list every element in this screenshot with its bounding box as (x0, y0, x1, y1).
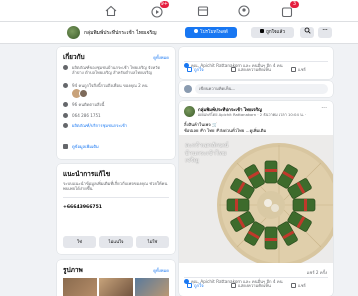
marketplace-icon[interactable] (196, 4, 210, 18)
about-likes-row: 94 คนถูกใจสิ่งนี้รวมถึงเพื่อน ของคุณ 2 ค… (63, 83, 171, 89)
post-card: กลุ่มพิมพ์ประทีปกระเช้า ไทยเจริญ เผยแพร่… (179, 101, 333, 296)
promote-icon (194, 29, 199, 33)
about-follows-row: 96 คนติดตามสิ่งนี้ (63, 102, 171, 108)
watch-badge: 9+ (159, 1, 169, 8)
post-author-avatar[interactable] (184, 106, 195, 117)
recommend-body: ระบบแนะนำข้อมูลเพิ่มเติมที่เกี่ยวกับเพจข… (63, 181, 168, 192)
thumbs-up-icon (187, 283, 192, 288)
previous-post-footer: คุณ, Apichit Rattanakorn และ คนอื่นๆ อีก… (179, 47, 333, 79)
comment-icon (231, 67, 236, 72)
edit-icon (63, 144, 68, 150)
about-category-row: ผลิตภัณฑ์/บริการชุมชนกระเช้า (63, 123, 171, 129)
facebook-page: 9+ 3 กลุ่มพิมพ์ประทีปกระเช้า ไทยเจริญ โป… (0, 0, 358, 296)
page-header: กลุ่มพิมพ์ประทีปกระเช้า ไทยเจริญ โปรโมทโ… (0, 22, 358, 44)
recommend-card: แนะนำการแก้ไข ระบบแนะนำข้อมูลเพิ่มเติมที… (57, 164, 175, 254)
post-text-line2: ช้อปเลย #ก ไทย #ส่งด่วนทั่วไทย ...ดูเพิ่… (184, 128, 267, 133)
post-shares-count[interactable]: แชร์ 2 ครั้ง (307, 269, 327, 276)
more-button[interactable]: ··· (318, 27, 332, 38)
photo-thumbnail[interactable] (135, 278, 169, 296)
about-phone-row: 064 286 1751 (63, 113, 171, 119)
comment-input[interactable]: เขียนความคิดเห็น... (195, 84, 328, 94)
friend-avatars (72, 89, 90, 98)
post-meta: เผยแพร่โดย Apichit Rattanakorn · 2 ธันวา… (198, 112, 307, 117)
photo-thumbnail[interactable] (99, 278, 133, 296)
about-phone: 064 286 1751 (72, 113, 101, 118)
thumbs-up-icon (187, 67, 192, 72)
post-comment-button[interactable]: แสดงความคิดเห็น (231, 282, 271, 289)
category-icon (63, 123, 68, 129)
about-category[interactable]: ผลิตภัณฑ์/บริการชุมชนกระเช้า (72, 123, 127, 128)
about-description: ผลิตภัณฑ์ของชุมชนบ้านกระเช้า ไทยเจริญ จั… (72, 65, 161, 76)
photo-thumbnail[interactable] (63, 278, 97, 296)
gaming-tab[interactable]: 3 (280, 1, 299, 18)
about-likes-text: 94 คนถูกใจสิ่งนี้รวมถึงเพื่อน ของคุณ 2 ค… (72, 83, 148, 88)
recommend-no-button[interactable]: ไม่ใช่ (136, 236, 169, 248)
comment-action-button[interactable]: แสดงความคิดเห็น (231, 66, 271, 73)
comment-icon (231, 283, 236, 288)
post-image-caption: ตะกร้าเอกลักษณ์บ้านกระเช้าไทยเจริญ (185, 142, 229, 164)
search-button[interactable] (300, 27, 314, 38)
post-options-icon[interactable]: ··· (321, 105, 327, 112)
post-share-button[interactable]: แชร์ (291, 282, 306, 289)
recommend-not-sure-button[interactable]: ไม่แน่ใจ (99, 236, 133, 248)
thumbs-up-icon (260, 29, 265, 33)
groups-icon[interactable] (237, 4, 251, 18)
search-icon (304, 27, 311, 34)
recommend-title: แนะนำการแก้ไข (63, 170, 111, 178)
photos-title: รูปภาพ (63, 266, 83, 274)
share-action-button[interactable]: แชร์ (291, 66, 306, 73)
page-title[interactable]: กลุ่มพิมพ์ประทีปกระเช้า ไทยเจริญ (84, 29, 157, 37)
photos-card: รูปภาพ ดูทั้งหมด (57, 260, 175, 296)
friend-avatar[interactable] (79, 89, 88, 98)
user-avatar (184, 85, 192, 93)
comment-composer: เขียนความคิดเห็น... (179, 81, 333, 97)
post-divider (184, 61, 328, 62)
page-avatar[interactable] (67, 26, 80, 39)
post-image[interactable]: ตะกร้าเอกลักษณ์บ้านกระเช้าไทยเจริญ (179, 135, 333, 263)
post-divider (184, 277, 328, 278)
top-navigation: 9+ 3 (0, 0, 358, 22)
home-icon[interactable] (104, 4, 118, 18)
about-edit-row: ดูข้อมูลเพิ่มเติม (63, 144, 171, 150)
info-icon (63, 65, 68, 71)
about-title: เกี่ยวกับ (63, 53, 85, 61)
phone-icon (63, 113, 68, 119)
about-follows-text: 96 คนติดตามสิ่งนี้ (72, 102, 105, 107)
photos-see-all-link[interactable]: ดูทั้งหมด (153, 267, 169, 274)
promote-post-button[interactable]: โปรโมทโพสต์ (185, 27, 237, 38)
follow-icon (63, 102, 68, 108)
recommend-divider (63, 197, 169, 198)
gaming-badge: 3 (290, 1, 299, 8)
about-edit-link[interactable]: ดูข้อมูลเพิ่มเติม (72, 144, 99, 149)
like-icon (63, 83, 68, 89)
liked-button[interactable]: ถูกใจแล้ว (251, 27, 294, 38)
recommend-yes-button[interactable]: ใช่ (63, 236, 96, 248)
like-action-button[interactable]: ถูกใจ (187, 66, 204, 73)
about-see-all-link[interactable]: ดูทั้งหมด (153, 54, 169, 61)
post-like-button[interactable]: ถูกใจ (187, 282, 204, 289)
more-icon: ··· (322, 28, 328, 33)
about-description-row: ผลิตภัณฑ์ของชุมชนบ้านกระเช้า ไทยเจริญ จั… (63, 65, 171, 75)
recommend-phone: +66643966751 (63, 205, 103, 210)
watch-tab[interactable]: 9+ (150, 1, 169, 18)
about-card: เกี่ยวกับ ดูทั้งหมด ผลิตภัณฑ์ของชุมชนบ้า… (57, 47, 175, 159)
share-icon (291, 67, 296, 72)
share-icon (291, 283, 296, 288)
